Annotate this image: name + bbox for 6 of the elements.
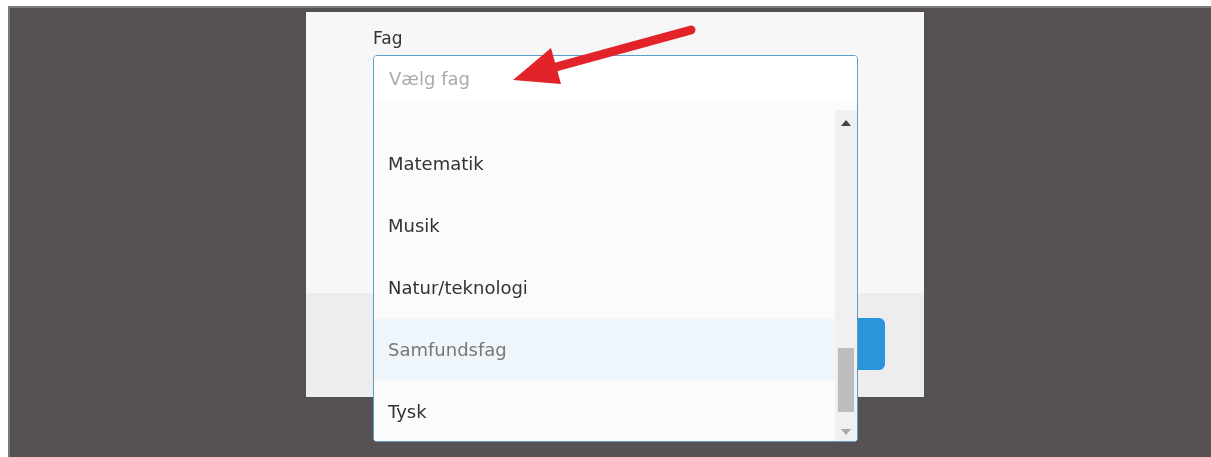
scrollbar[interactable] <box>835 110 857 441</box>
dropdown-option[interactable]: Samfundsfag <box>374 319 835 381</box>
scroll-down-icon[interactable] <box>841 429 851 435</box>
scrollbar-thumb[interactable] <box>838 348 854 412</box>
field-label: Fag <box>373 28 403 48</box>
scroll-up-icon[interactable] <box>841 120 851 126</box>
